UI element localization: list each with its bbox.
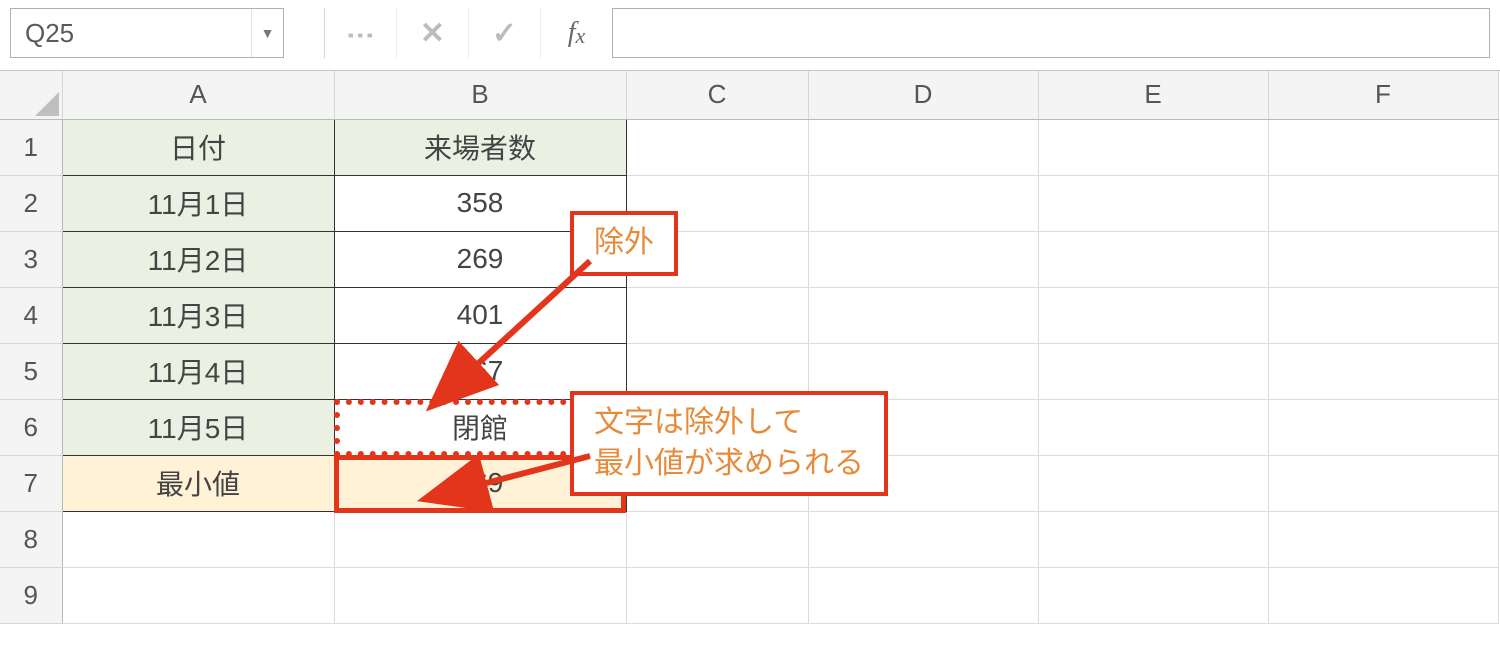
cell-D4[interactable] [808, 287, 1038, 343]
cell-E3[interactable] [1038, 231, 1268, 287]
cell-F6[interactable] [1268, 399, 1498, 455]
name-box[interactable]: ▼ [10, 8, 284, 58]
row-header-5[interactable]: 5 [0, 343, 62, 399]
cell-B4[interactable]: 401 [334, 287, 626, 343]
cell-F9[interactable] [1268, 567, 1498, 623]
row-header-4[interactable]: 4 [0, 287, 62, 343]
cell-A2[interactable]: 11月1日 [62, 175, 334, 231]
cell-E8[interactable] [1038, 511, 1268, 567]
cell-A1[interactable]: 日付 [62, 119, 334, 175]
cell-C4[interactable] [626, 287, 808, 343]
row-header-9[interactable]: 9 [0, 567, 62, 623]
row-header-8[interactable]: 8 [0, 511, 62, 567]
cell-A5[interactable]: 11月4日 [62, 343, 334, 399]
spreadsheet-grid[interactable]: A B C D E F 1 日付 来場者数 2 11月1日 358 3 11月2… [0, 71, 1500, 624]
column-header-F[interactable]: F [1268, 71, 1498, 119]
cell-D9[interactable] [808, 567, 1038, 623]
row-header-7[interactable]: 7 [0, 455, 62, 511]
cell-E2[interactable] [1038, 175, 1268, 231]
cell-A8[interactable] [62, 511, 334, 567]
cell-E7[interactable] [1038, 455, 1268, 511]
accept-icon: ✓ [468, 8, 540, 58]
cell-F1[interactable] [1268, 119, 1498, 175]
cell-E1[interactable] [1038, 119, 1268, 175]
cell-F4[interactable] [1268, 287, 1498, 343]
cell-A6[interactable]: 11月5日 [62, 399, 334, 455]
cell-B9[interactable] [334, 567, 626, 623]
cell-E6[interactable] [1038, 399, 1268, 455]
cell-A9[interactable] [62, 567, 334, 623]
row-header-3[interactable]: 3 [0, 231, 62, 287]
cancel-icon: ✕ [396, 8, 468, 58]
cell-E9[interactable] [1038, 567, 1268, 623]
column-header-A[interactable]: A [62, 71, 334, 119]
cell-D2[interactable] [808, 175, 1038, 231]
cell-F8[interactable] [1268, 511, 1498, 567]
row-header-2[interactable]: 2 [0, 175, 62, 231]
cell-F2[interactable] [1268, 175, 1498, 231]
column-header-B[interactable]: B [334, 71, 626, 119]
cell-A7[interactable]: 最小値 [62, 455, 334, 511]
cell-D1[interactable] [808, 119, 1038, 175]
row-header-1[interactable]: 1 [0, 119, 62, 175]
cell-C1[interactable] [626, 119, 808, 175]
column-header-C[interactable]: C [626, 71, 808, 119]
cell-F5[interactable] [1268, 343, 1498, 399]
column-header-E[interactable]: E [1038, 71, 1268, 119]
cell-A4[interactable]: 11月3日 [62, 287, 334, 343]
select-all-corner[interactable] [0, 71, 62, 119]
insert-function-icon[interactable]: fx [540, 8, 612, 58]
cell-C8[interactable] [626, 511, 808, 567]
cell-D8[interactable] [808, 511, 1038, 567]
cell-E4[interactable] [1038, 287, 1268, 343]
formula-input[interactable] [612, 8, 1490, 58]
column-header-D[interactable]: D [808, 71, 1038, 119]
customize-icon[interactable]: ⋮ [324, 8, 396, 58]
cell-B1[interactable]: 来場者数 [334, 119, 626, 175]
annotation-callout-exclude: 除外 [570, 211, 678, 276]
row-header-6[interactable]: 6 [0, 399, 62, 455]
cell-D3[interactable] [808, 231, 1038, 287]
cell-F3[interactable] [1268, 231, 1498, 287]
cell-B8[interactable] [334, 511, 626, 567]
cell-F7[interactable] [1268, 455, 1498, 511]
name-box-input[interactable] [11, 9, 251, 57]
annotation-callout-explain: 文字は除外して 最小値が求められる [570, 391, 888, 496]
formula-bar: ▼ ⋮ ✕ ✓ fx [0, 0, 1500, 71]
cell-C9[interactable] [626, 567, 808, 623]
cell-A3[interactable]: 11月2日 [62, 231, 334, 287]
name-box-dropdown-icon[interactable]: ▼ [251, 9, 283, 57]
cell-E5[interactable] [1038, 343, 1268, 399]
